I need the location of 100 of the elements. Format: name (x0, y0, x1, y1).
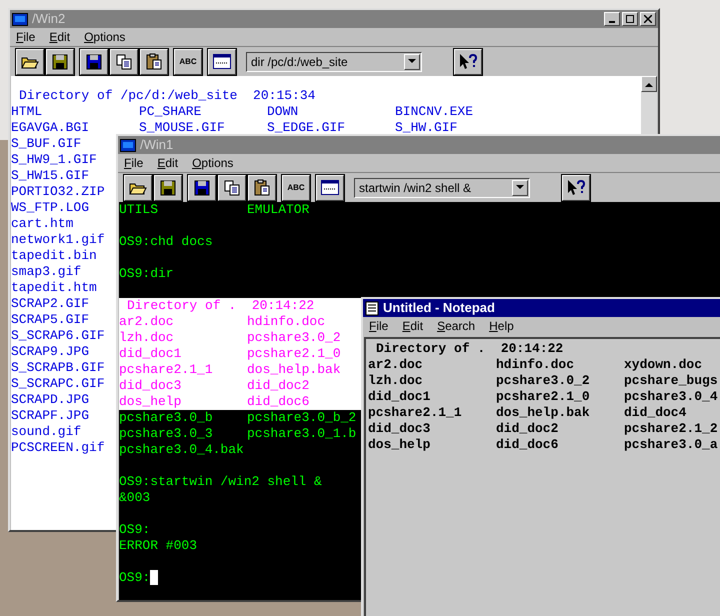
close-icon (644, 15, 652, 23)
terminal-text: hdinfo.doc (247, 314, 326, 330)
copy-button[interactable] (218, 174, 246, 200)
menu-item[interactable]: File (16, 28, 36, 46)
scroll-up-button[interactable] (641, 76, 657, 92)
terminal-text: OS9:chd docs (119, 234, 213, 250)
file-name: did_doc1 (368, 389, 432, 405)
terminal-text: EGAVGA.BGI (11, 120, 90, 136)
copy-button[interactable] (110, 48, 138, 74)
spell-button[interactable]: ABC (174, 48, 202, 74)
close-button[interactable] (640, 12, 656, 26)
file-name: ar2.doc (368, 357, 424, 373)
save-button[interactable] (46, 48, 74, 74)
menu-item[interactable]: Edit (402, 317, 424, 335)
menu-item[interactable]: Edit (49, 28, 70, 46)
terminal-text: ERROR #003 (119, 538, 198, 554)
terminal-text: OS9:startwin /win2 shell & (119, 474, 322, 490)
window-button[interactable] (208, 48, 236, 74)
menu-item[interactable]: Edit (157, 154, 178, 172)
directory-header: Directory of /pc/d:/web_site 20:15:34 (19, 88, 316, 104)
file-name: dos_help.bak (496, 405, 591, 421)
terminal-text: WS_FTP.LOG (11, 200, 90, 216)
directory-header: Directory of . 20:14:22 (376, 341, 564, 357)
terminal-text: S_HW15.GIF (11, 168, 90, 184)
caret-icon (516, 185, 524, 190)
terminal-text: tapedit.bin (11, 248, 97, 264)
spell-button[interactable]: ABC (282, 174, 310, 200)
terminal-text: HTML (11, 104, 44, 120)
terminal-text: pcshare3.0_3 (119, 426, 214, 442)
terminal-text: BINCNV.EXE (395, 104, 474, 120)
open-button[interactable] (124, 174, 152, 200)
terminal-text: lzh.doc (119, 330, 175, 346)
terminal-text: ar2.doc (119, 314, 175, 330)
clipboard-icon (254, 179, 270, 196)
dropdown-button[interactable] (404, 54, 420, 70)
file-name: pcshare2.1_2 (624, 421, 719, 437)
terminal-text: OS9:dir (119, 266, 174, 282)
open-button[interactable] (16, 48, 44, 74)
help-button[interactable] (562, 174, 590, 200)
terminal-text: smap3.gif (11, 264, 82, 280)
menu-item[interactable]: Help (489, 317, 514, 335)
file-name: pcshare3.0_2 (496, 373, 591, 389)
terminal-text: SCRAPD.JPG (11, 392, 90, 408)
menu-item[interactable]: File (124, 154, 144, 172)
save-as-button[interactable] (188, 174, 216, 200)
terminal-text: S_HW.GIF (395, 120, 458, 136)
save-as-button[interactable] (80, 48, 108, 74)
terminal-text: SCRAP9.JPG (11, 344, 90, 360)
menu-item[interactable]: Options (84, 28, 126, 46)
terminal-text: did_doc1 (119, 346, 182, 362)
file-name: hdinfo.doc (496, 357, 576, 373)
terminal-text: cart.htm (11, 216, 74, 232)
file-name: pcshare3.0_a (624, 437, 719, 453)
window-icon (213, 54, 231, 69)
command-text: dir /pc/d:/web_site (250, 54, 349, 70)
command-combo[interactable]: dir /pc/d:/web_site (246, 52, 422, 72)
terminal-text: pcshare3.0_1.b (247, 426, 356, 442)
arrow-up-icon (645, 82, 653, 86)
maximize-button[interactable] (622, 12, 638, 26)
terminal-text: SCRAP5.GIF (11, 312, 90, 328)
menu-item[interactable]: File (369, 317, 388, 335)
file-name: lzh.doc (368, 373, 424, 389)
file-name: did_doc4 (624, 405, 688, 421)
terminal-text: S_MOUSE.GIF (139, 120, 226, 136)
dropdown-button[interactable] (512, 180, 528, 196)
terminal-text: UTILS (119, 202, 160, 218)
terminal-text: PCSCREEN.gif (11, 440, 105, 456)
terminal-text: did_doc2 (247, 378, 310, 394)
terminal-text: EMULATOR (247, 202, 310, 218)
file-name: did_doc3 (368, 421, 432, 437)
terminal-text: SCRAPF.JPG (11, 408, 90, 424)
window-title: /Win2 (32, 10, 66, 28)
menu-item[interactable]: Search (437, 317, 476, 335)
terminal-text: S_SCRAP6.GIF (11, 328, 105, 344)
app-icon (120, 138, 136, 152)
terminal-text: OS9: (119, 522, 150, 538)
terminal-text: dos_help.bak (247, 362, 341, 378)
window-title: Untitled - Notepad (383, 299, 495, 318)
help-button[interactable] (454, 48, 482, 74)
window-title: /Win1 (140, 136, 174, 154)
window-icon (321, 180, 339, 195)
terminal-text: pcshare3.0_4.bak (119, 442, 244, 458)
terminal-text: SCRAP2.GIF (11, 296, 90, 312)
terminal-text: S_BUF.GIF (11, 136, 82, 152)
command-combo[interactable]: startwin /win2 shell & (354, 178, 530, 198)
paste-button[interactable] (140, 48, 168, 74)
terminal-text: &003 (119, 490, 150, 506)
terminal-text: tapedit.htm (11, 280, 97, 296)
help-pointer-icon (566, 178, 586, 196)
terminal-text: PC_SHARE (139, 104, 202, 120)
menu-item[interactable]: Options (192, 154, 234, 172)
file-name: pcshare2.1_0 (496, 389, 591, 405)
minimize-button[interactable] (604, 12, 620, 26)
save-button[interactable] (154, 174, 182, 200)
window-button[interactable] (316, 174, 344, 200)
maximize-icon (626, 15, 634, 23)
copy-icon (116, 54, 132, 70)
terminal-text: PORTIO32.ZIP (11, 184, 105, 200)
terminal-text: pcshare3.0_2 (247, 330, 341, 346)
paste-button[interactable] (248, 174, 276, 200)
